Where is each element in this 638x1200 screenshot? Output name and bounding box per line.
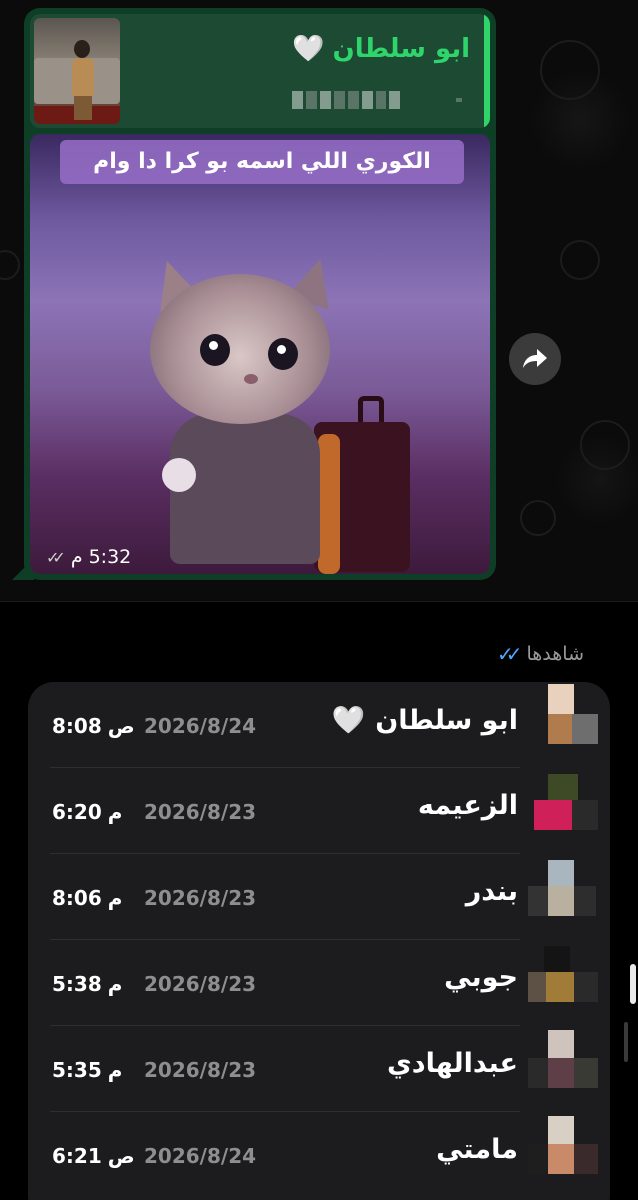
viewer-time: 8:06 م (52, 886, 122, 910)
wallpaper-doodle (580, 420, 630, 470)
viewer-date: 2026/8/24 (144, 1144, 257, 1168)
reply-thumbnail (34, 18, 120, 124)
wallpaper-doodle (560, 240, 600, 280)
viewer-row[interactable]: ابو سلطان 🤍 2026/8/24 8:08 ص (28, 682, 610, 768)
viewer-time: 6:20 م (52, 800, 122, 824)
viewer-name: عبدالهادي (387, 1048, 518, 1079)
scrollbar[interactable] (624, 1022, 628, 1062)
wallpaper-doodle (540, 40, 600, 100)
media-image[interactable]: الكوري اللي اسمه بو كرا دا وام ✓✓ م 5:32 (30, 134, 490, 574)
reply-sender: ابو سلطان 🤍 (292, 34, 470, 64)
chat-background: ابو سلطان 🤍 الكوري اللي اسمه بو كرا دا و… (0, 0, 638, 602)
viewer-time-suffix: م (107, 886, 123, 910)
viewer-time-value: 6:20 (52, 800, 102, 824)
viewer-row[interactable]: بندر 2026/8/23 8:06 م (28, 854, 610, 940)
avatar (526, 770, 602, 840)
wallpaper-doodle (520, 500, 556, 536)
viewer-date: 2026/8/23 (144, 886, 257, 910)
viewer-name-text: مامتي (436, 1134, 518, 1165)
avatar (526, 942, 602, 1012)
viewer-time-value: 6:21 (52, 1144, 102, 1168)
viewer-time-suffix: م (107, 800, 123, 824)
viewer-row[interactable]: عبدالهادي 2026/8/23 5:35 م (28, 1026, 610, 1112)
viewer-row[interactable]: الزعيمه 2026/8/23 6:20 م (28, 768, 610, 854)
reply-blurred-text (292, 86, 462, 114)
seen-by-header: شاهدها ✓✓ (489, 642, 584, 666)
viewer-name-text: جوبي (444, 962, 518, 993)
avatar (526, 1028, 602, 1098)
viewer-time-value: 5:35 (52, 1058, 102, 1082)
kitten-graphic (150, 274, 330, 424)
reply-sender-name: ابو سلطان (332, 34, 471, 64)
viewer-name: ابو سلطان 🤍 (331, 704, 518, 737)
scroll-handle[interactable] (630, 964, 636, 1004)
viewer-time: 6:21 ص (52, 1144, 135, 1168)
viewer-date: 2026/8/23 (144, 972, 257, 996)
viewer-time: 5:38 م (52, 972, 122, 996)
viewer-date: 2026/8/23 (144, 800, 257, 824)
viewer-name: الزعيمه (418, 790, 518, 821)
viewers-list: ابو سلطان 🤍 2026/8/24 8:08 ص الزعيمه 202… (28, 682, 610, 1200)
white-heart-icon: 🤍 (292, 34, 325, 64)
viewer-time-value: 8:06 (52, 886, 102, 910)
message-bubble[interactable]: ابو سلطان 🤍 الكوري اللي اسمه بو كرا دا و… (24, 8, 496, 580)
viewer-time-value: 5:38 (52, 972, 102, 996)
viewer-time: 5:35 م (52, 1058, 122, 1082)
viewer-time-suffix: ص (107, 1144, 135, 1168)
time-value: 5:32 (88, 546, 132, 568)
delivered-ticks-icon: ✓✓ (46, 547, 66, 567)
viewer-date: 2026/8/23 (144, 1058, 257, 1082)
viewer-time-suffix: م (107, 1058, 123, 1082)
viewer-row[interactable]: جوبي 2026/8/23 5:38 م (28, 940, 610, 1026)
viewer-name-text: ابو سلطان (375, 704, 518, 736)
quoted-reply[interactable]: ابو سلطان 🤍 (30, 14, 490, 128)
viewer-name-text: بندر (465, 876, 518, 907)
viewer-row[interactable]: مامتي 2026/8/24 6:21 ص (28, 1112, 610, 1198)
forward-button[interactable] (509, 333, 561, 385)
avatar (526, 856, 602, 926)
seen-by-title: شاهدها (526, 643, 584, 665)
viewer-name-text: عبدالهادي (386, 1048, 518, 1079)
reply-accent-bar (484, 14, 490, 128)
forward-arrow-icon (523, 349, 547, 368)
message-timestamp: ✓✓ م 5:32 (46, 546, 131, 568)
white-heart-icon: 🤍 (331, 705, 366, 736)
viewer-time-suffix: ص (107, 714, 135, 738)
viewer-name-text: الزعيمه (417, 790, 518, 821)
avatar (526, 1114, 602, 1184)
viewer-date: 2026/8/24 (144, 714, 257, 738)
viewer-name: جوبي (444, 962, 518, 993)
time-suffix: م (70, 546, 83, 568)
viewer-time-suffix: م (107, 972, 123, 996)
viewer-name: بندر (466, 876, 518, 907)
viewer-time: 8:08 ص (52, 714, 135, 738)
avatar (526, 684, 602, 754)
viewer-time-value: 8:08 (52, 714, 102, 738)
wallpaper-doodle (0, 250, 20, 280)
viewer-name: مامتي (436, 1134, 518, 1165)
media-caption: الكوري اللي اسمه بو كرا دا وام (60, 140, 464, 184)
read-ticks-icon: ✓✓ (496, 642, 522, 666)
